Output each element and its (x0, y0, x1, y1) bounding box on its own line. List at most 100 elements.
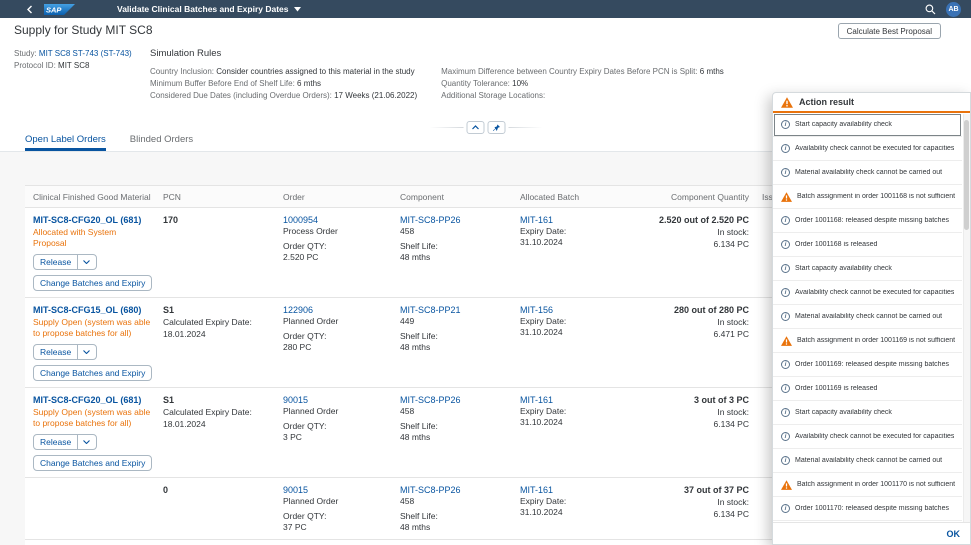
expiry-label: Expiry Date: (520, 316, 567, 326)
message-item[interactable]: i Order 1001168 is released (773, 233, 962, 257)
message-text: Start capacity availability check (795, 121, 892, 128)
col-order: Order (283, 191, 305, 202)
protocol-label: Protocol ID: (14, 61, 56, 70)
release-button[interactable]: Release (33, 434, 98, 450)
order-link[interactable]: 90015 (283, 394, 308, 406)
expiry-label: Expiry Date: (520, 406, 567, 416)
order-link[interactable]: 122906 (283, 304, 313, 316)
order-link[interactable]: 1000954 (283, 214, 318, 226)
shelf-life-label: Shelf Life: (400, 511, 438, 521)
calculate-best-proposal-button[interactable]: Calculate Best Proposal (837, 23, 941, 39)
calc-expiry-label: Calculated Expiry Date: (163, 407, 252, 417)
message-text: Order 1001168: released despite missing … (795, 217, 949, 224)
tab-blinded-orders[interactable]: Blinded Orders (130, 134, 193, 151)
message-text: Material availability check cannot be ca… (795, 169, 943, 176)
info-icon: i (781, 168, 790, 177)
component-link[interactable]: MIT-SC8-PP26 (400, 394, 461, 406)
message-text: Batch assignment in order 1001170 is not… (797, 481, 956, 488)
batch-link[interactable]: MIT-156 (520, 304, 553, 316)
component-link[interactable]: MIT-SC8-PP26 (400, 484, 461, 496)
expiry-date: 31.10.2024 (520, 237, 563, 247)
study-link[interactable]: MIT SC8 ST-743 (ST-743) (39, 49, 132, 58)
shelf-life-label: Shelf Life: (400, 331, 438, 341)
message-item[interactable]: i Availability check cannot be executed … (773, 137, 962, 161)
material-link[interactable]: MIT-SC8-CFG15_OL (680) (33, 304, 141, 316)
batch-link[interactable]: MIT-161 (520, 484, 553, 496)
tab-open-label-orders[interactable]: Open Label Orders (25, 134, 106, 151)
message-item[interactable]: i Start capacity availability check (773, 401, 962, 425)
info-icon: i (781, 216, 790, 225)
calc-expiry-date: 18.01.2024 (163, 329, 206, 339)
message-item[interactable]: i Batch assignment in order 1001168 is n… (773, 185, 962, 209)
collapse-header-button[interactable] (466, 121, 484, 134)
change-batches-button[interactable]: Change Batches and Expiry (33, 455, 153, 471)
warning-icon (781, 96, 793, 108)
message-item[interactable]: i Material availability check cannot be … (773, 449, 962, 473)
expiry-date: 31.10.2024 (520, 327, 563, 337)
release-dropdown-arrow[interactable] (77, 345, 91, 359)
message-item[interactable]: i Order 1001170: released despite missin… (773, 497, 962, 521)
scrollbar-thumb[interactable] (964, 120, 969, 230)
release-button[interactable]: Release (33, 254, 98, 270)
simulation-rules-left: Country Inclusion: Consider countries as… (150, 67, 418, 100)
pcn-value: S1 (163, 305, 175, 315)
order-type: Planned Order (283, 496, 339, 506)
change-batches-button[interactable]: Change Batches and Expiry (33, 275, 153, 291)
component-link[interactable]: MIT-SC8-PP26 (400, 214, 461, 226)
shelf-life-value: 48 mths (400, 342, 431, 352)
component-link[interactable]: MIT-SC8-PP21 (400, 304, 461, 316)
message-item[interactable]: i Batch assignment in order 1001169 is n… (773, 329, 962, 353)
batch-link[interactable]: MIT-161 (520, 394, 553, 406)
message-item[interactable]: i Start capacity availability check (773, 257, 962, 281)
message-item[interactable]: i Availability check cannot be executed … (773, 281, 962, 305)
component-batch: 458 (400, 406, 415, 416)
app-title-menu[interactable]: Validate Clinical Batches and Expiry Dat… (117, 4, 301, 14)
col-pcn: PCN (163, 191, 181, 202)
col-component: Component (400, 191, 444, 202)
col-allocated-batch: Allocated Batch (520, 191, 580, 202)
batch-link[interactable]: MIT-161 (520, 214, 553, 226)
back-button[interactable] (22, 2, 36, 16)
page-title: Supply for Study MIT SC8 (14, 23, 153, 37)
message-item[interactable]: i Order 1001169: released despite missin… (773, 353, 962, 377)
order-qty-value: 3 PC (283, 432, 302, 442)
chevron-down-icon (83, 440, 91, 444)
message-item[interactable]: i Start capacity availability check (773, 113, 962, 137)
expiry-date: 31.10.2024 (520, 417, 563, 427)
shelf-life-value: 48 mths (400, 252, 431, 262)
material-link[interactable]: MIT-SC8-CFG20_OL (681) (33, 394, 141, 406)
message-text: Start capacity availability check (795, 409, 892, 416)
message-item[interactable]: i Material availability check cannot be … (773, 305, 962, 329)
message-text: Order 1001169: released despite missing … (795, 361, 949, 368)
allocation-status: Supply Open (system was able to propose … (33, 407, 151, 428)
pin-header-button[interactable] (487, 121, 505, 134)
col-clinical-material: Clinical Finished Good Material (33, 191, 151, 202)
warning-icon (781, 335, 792, 346)
message-text: Availability check cannot be executed fo… (795, 433, 955, 440)
avatar[interactable]: AB (946, 1, 961, 17)
message-item[interactable]: i Order 1001168: released despite missin… (773, 209, 962, 233)
pcn-value: 0 (163, 485, 169, 495)
search-icon[interactable] (925, 4, 936, 15)
release-button[interactable]: Release (33, 344, 98, 360)
title-dropdown-icon (293, 6, 301, 11)
pcn-value: S1 (163, 395, 175, 405)
ok-button[interactable]: OK (947, 529, 961, 539)
material-link[interactable]: MIT-SC8-CFG20_OL (681) (33, 214, 141, 226)
popover-scrollbar[interactable] (963, 114, 970, 522)
message-item[interactable]: i Availability check cannot be executed … (773, 425, 962, 449)
order-link[interactable]: 90015 (283, 484, 308, 496)
info-icon: i (781, 360, 790, 369)
message-item[interactable]: i Order 1001169 is released (773, 377, 962, 401)
shelf-life-label: Shelf Life: (400, 241, 438, 251)
release-dropdown-arrow[interactable] (77, 435, 91, 449)
chevron-down-icon (83, 260, 91, 264)
message-item[interactable]: i Material availability check cannot be … (773, 161, 962, 185)
info-icon: i (781, 504, 790, 513)
expiry-label: Expiry Date: (520, 226, 567, 236)
message-item[interactable]: i Batch assignment in order 1001170 is n… (773, 473, 962, 497)
component-quantity-value: 280 out of 280 PC (673, 305, 749, 315)
change-batches-button[interactable]: Change Batches and Expiry (33, 365, 153, 381)
release-dropdown-arrow[interactable] (77, 255, 91, 269)
component-batch: 449 (400, 316, 415, 326)
